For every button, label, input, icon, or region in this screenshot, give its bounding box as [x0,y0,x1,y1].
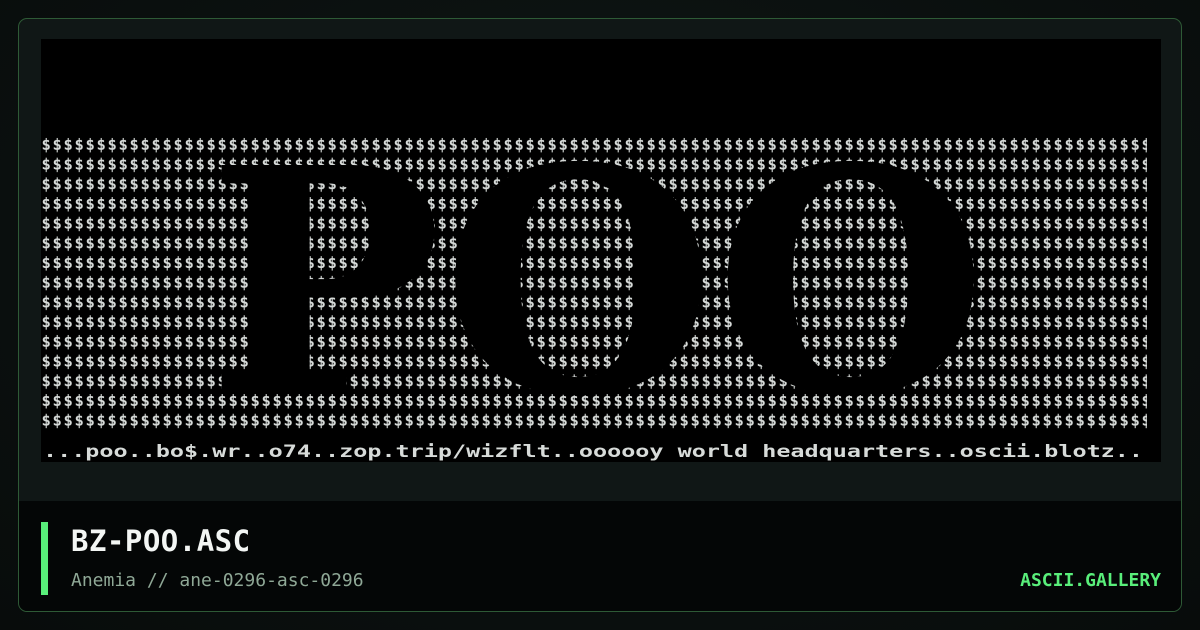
ascii-art-image: $ POO ...poo..bo$.wr..o74..zop.trip/wizf… [41,101,1147,462]
file-title: BZ-POO.ASC [71,524,251,558]
site-brand-link[interactable]: ASCII.GALLERY [1020,569,1161,593]
page: $ POO ...poo..bo$.wr..o74..zop.trip/wizf… [0,0,1200,630]
file-subtitle: Anemia // ane-0296-asc-0296 [71,570,364,591]
info-footer: BZ-POO.ASC Anemia // ane-0296-asc-0296 A… [19,501,1181,611]
accent-bar [41,522,48,595]
big-text-poo: POO [207,101,987,462]
ascii-caption-line: ...poo..bo$.wr..o74..zop.trip/wizflt..oo… [43,442,1143,462]
svg-text:POO: POO [207,101,987,462]
ascii-art-panel: $ POO ...poo..bo$.wr..o74..zop.trip/wizf… [41,39,1161,462]
card-frame: $ POO ...poo..bo$.wr..o74..zop.trip/wizf… [18,18,1182,612]
